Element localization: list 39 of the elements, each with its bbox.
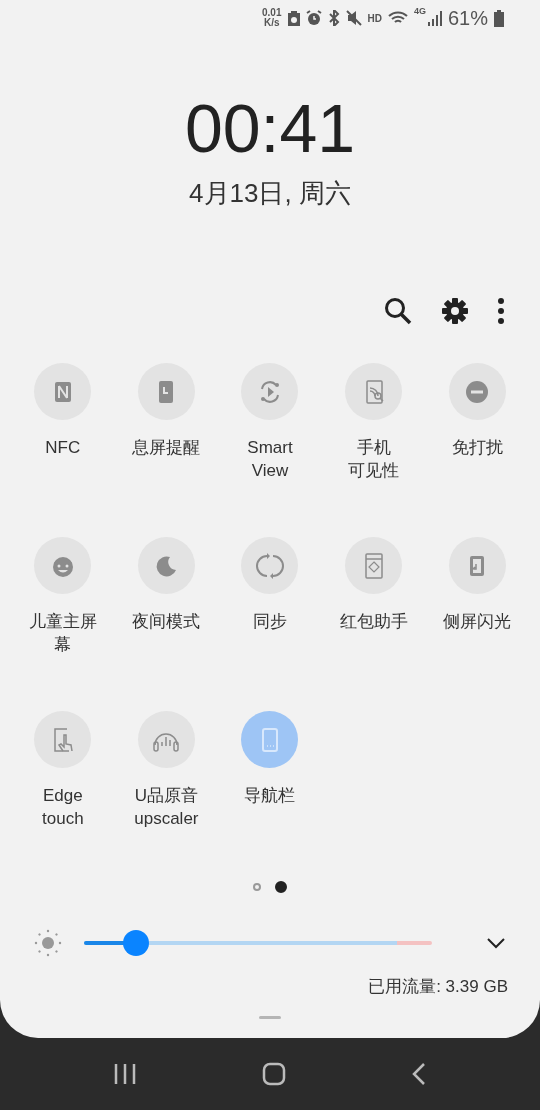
storage-icon <box>287 10 300 26</box>
bluetooth-icon <box>327 10 340 26</box>
tile-label: 儿童主屏幕 <box>27 611 98 656</box>
battery-percent: 61% <box>447 6 488 30</box>
brightness-icon <box>34 929 62 957</box>
tile-label: 夜间模式 <box>131 611 202 633</box>
tile-label: NFC <box>44 437 82 459</box>
tile-label: Edge touch <box>41 785 85 830</box>
more-icon[interactable] <box>498 298 504 324</box>
hd-label: HD <box>367 12 382 24</box>
tile-label: 免打扰 <box>450 437 504 459</box>
tile-label: 侧屏闪光 <box>442 611 513 633</box>
tile-icon <box>255 550 285 581</box>
signal-icon <box>427 10 442 26</box>
tile-label: 导航栏 <box>243 785 297 807</box>
quick-toggle[interactable] <box>241 711 299 768</box>
mute-icon <box>345 10 362 26</box>
data-usage: 已用流量: 3.39 GB <box>368 976 509 998</box>
clock-date: 4月13日, 周六 <box>189 177 351 210</box>
chevron-down-icon[interactable] <box>486 937 506 949</box>
tile-label: 手机 可见性 <box>347 437 401 482</box>
slider-thumb[interactable] <box>123 930 150 956</box>
tile-label: 息屏提醒 <box>131 437 202 459</box>
battery-icon <box>494 9 504 27</box>
tile-label: 同步 <box>252 611 288 633</box>
back-icon[interactable] <box>411 1062 428 1086</box>
alarm-icon <box>305 10 322 26</box>
drag-handle[interactable] <box>259 1016 281 1019</box>
recents-icon[interactable] <box>112 1063 137 1085</box>
tile-label: 红包助手 <box>338 611 409 633</box>
settings-icon[interactable] <box>442 298 468 324</box>
network-speed: 0.01 K/s <box>262 8 282 28</box>
tile-label: U品原音 upscaler <box>133 785 200 830</box>
brightness-slider[interactable] <box>84 930 432 956</box>
search-icon[interactable] <box>384 297 412 325</box>
network-type: 4G <box>413 6 426 16</box>
home-icon[interactable] <box>262 1062 286 1086</box>
clock-time: 00:41 <box>184 94 356 162</box>
tile-label: Smart View <box>246 437 294 482</box>
